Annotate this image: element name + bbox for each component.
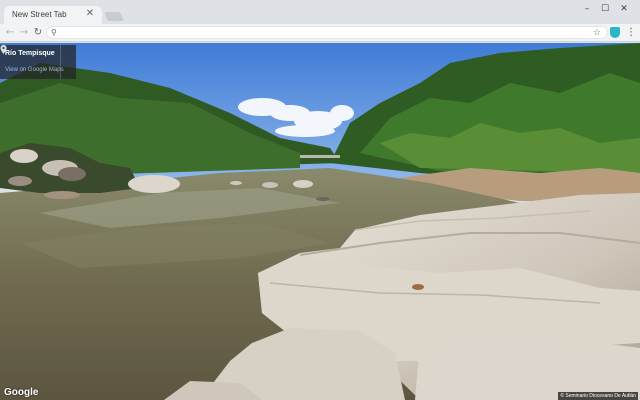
address-input[interactable]	[63, 28, 563, 38]
maximize-icon[interactable]: ☐	[598, 3, 612, 15]
streetview-panorama[interactable]: Río Tempisque View on Google Maps Google…	[0, 43, 640, 400]
kebab-menu-icon[interactable]: ⋮	[626, 26, 636, 39]
divider	[60, 45, 61, 79]
search-icon: ⚲	[51, 28, 57, 37]
minimize-icon[interactable]: –	[580, 3, 594, 15]
photo-attribution[interactable]: © Seminario Diocesano De Autlán	[558, 392, 638, 400]
window-close-icon[interactable]: ✕	[617, 3, 631, 15]
shield-icon[interactable]	[610, 27, 620, 38]
back-icon[interactable]: ←	[4, 26, 16, 39]
tab-title: New Street Tab	[12, 10, 67, 19]
address-bar[interactable]: ⚲ ☆	[46, 26, 608, 39]
panorama-image	[0, 43, 640, 400]
tab-strip: New Street Tab ✕ – ☐ ✕	[0, 0, 640, 24]
new-tab-button[interactable]	[104, 12, 124, 21]
star-icon[interactable]: ☆	[593, 27, 601, 39]
place-title: Río Tempisque	[5, 50, 55, 57]
close-icon[interactable]: ✕	[84, 8, 96, 20]
reload-icon[interactable]: ↻	[32, 26, 44, 39]
browser-tab[interactable]: New Street Tab ✕	[4, 6, 102, 24]
forward-icon[interactable]: →	[18, 26, 30, 39]
google-logo: Google	[4, 387, 39, 398]
map-pin-icon[interactable]	[0, 45, 7, 54]
place-info-card: Río Tempisque View on Google Maps	[0, 45, 76, 79]
browser-toolbar: ← → ↻ ⚲ ☆ ⋮	[0, 24, 640, 42]
view-on-maps-link[interactable]: View on Google Maps	[5, 67, 64, 73]
browser-window: New Street Tab ✕ – ☐ ✕ ← → ↻ ⚲ ☆ ⋮ Río T…	[0, 0, 640, 400]
